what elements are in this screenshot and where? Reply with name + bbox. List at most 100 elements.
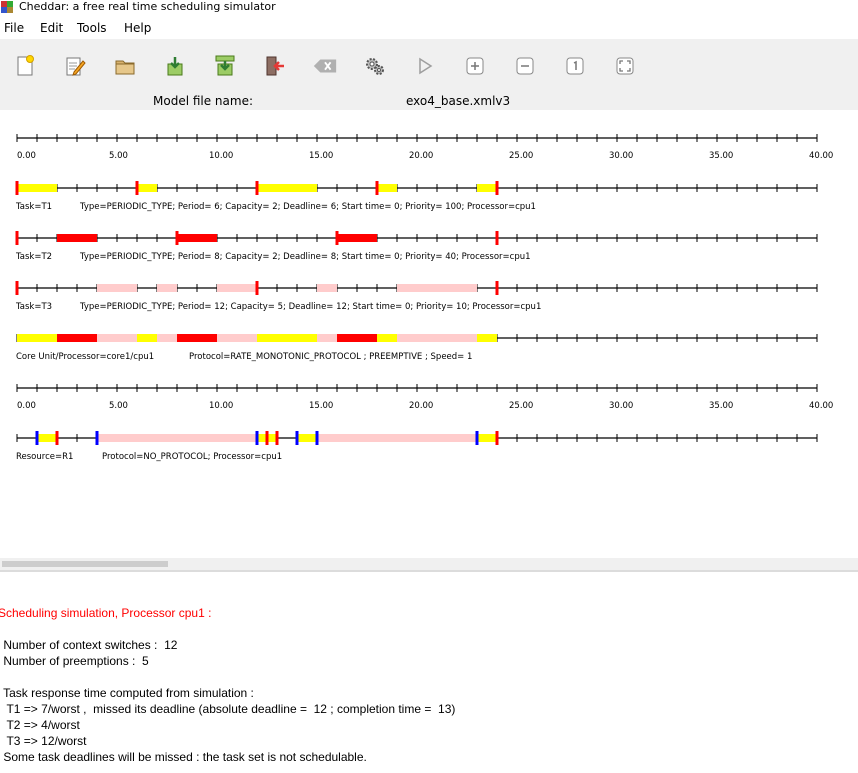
tick-label: 40.00 bbox=[809, 151, 833, 161]
execution-bar bbox=[337, 334, 377, 342]
tick-label: 35.00 bbox=[709, 151, 733, 161]
clear-icon bbox=[313, 59, 337, 73]
release-marker bbox=[255, 181, 259, 195]
resource-label: Resource=R1 bbox=[16, 452, 73, 462]
edit-button[interactable] bbox=[62, 53, 88, 79]
title-bar: Cheddar: a free real time scheduling sim… bbox=[0, 0, 858, 17]
zoom-reset-button[interactable] bbox=[562, 53, 588, 79]
zoom-in-icon bbox=[466, 57, 484, 75]
resource-lock-marker bbox=[475, 431, 479, 445]
menu-file[interactable]: File bbox=[4, 21, 24, 35]
clear-button[interactable] bbox=[312, 53, 338, 79]
exit-icon bbox=[266, 56, 284, 76]
zoom-in-button[interactable] bbox=[462, 53, 488, 79]
console-line: Some task deadlines will be missed : the… bbox=[0, 750, 367, 764]
execution-bar bbox=[477, 334, 497, 342]
scrollbar-thumb[interactable] bbox=[2, 561, 168, 567]
new-file-button[interactable] bbox=[12, 53, 38, 79]
tick-label: 20.00 bbox=[409, 151, 433, 161]
execution-bar bbox=[477, 184, 497, 192]
exit-button[interactable] bbox=[262, 53, 288, 79]
execution-bar bbox=[57, 334, 97, 342]
task-label-t1: Task=T1 bbox=[15, 202, 52, 212]
execution-bar bbox=[397, 334, 477, 342]
console-heading: Scheduling simulation, Processor cpu1 : bbox=[0, 606, 212, 620]
execution-bar bbox=[317, 434, 477, 442]
model-file-value: exo4_base.xmlv3 bbox=[406, 94, 511, 108]
console-line: Task response time computed from simulat… bbox=[0, 686, 254, 700]
save-as-button[interactable] bbox=[212, 53, 238, 79]
resource-timeline bbox=[16, 431, 818, 445]
toolbar: Model file name: exo4_base.xmlv3 bbox=[0, 39, 858, 110]
execution-bar bbox=[37, 434, 57, 442]
resource-lock-marker bbox=[255, 431, 259, 445]
menu-tools[interactable]: Tools bbox=[77, 21, 107, 35]
execution-bar bbox=[177, 234, 217, 242]
execution-bar bbox=[377, 334, 397, 342]
zoom-out-icon bbox=[516, 57, 534, 75]
task-info-t2: Type=PERIODIC_TYPE; Period= 8; Capacity=… bbox=[79, 252, 531, 262]
resource-release-marker bbox=[495, 431, 499, 445]
output-console: Scheduling simulation, Processor cpu1 : … bbox=[0, 572, 858, 773]
tick-label: 10.00 bbox=[209, 151, 233, 161]
console-line: T1 => 7/worst , missed its deadline (abs… bbox=[0, 702, 456, 716]
execution-bar bbox=[317, 334, 337, 342]
task-label-t2: Task=T2 bbox=[15, 252, 52, 262]
execution-bar bbox=[97, 334, 137, 342]
execution-bar bbox=[57, 234, 97, 242]
execution-bar bbox=[217, 334, 257, 342]
release-marker bbox=[255, 281, 259, 295]
execution-bar bbox=[217, 284, 257, 292]
tick-label: 25.00 bbox=[509, 401, 533, 411]
time-axis-2 bbox=[16, 384, 818, 392]
execution-bar bbox=[297, 434, 317, 442]
settings-button[interactable] bbox=[362, 53, 388, 79]
open-folder-button[interactable] bbox=[112, 53, 138, 79]
tick-label: 30.00 bbox=[609, 401, 633, 411]
fit-window-button[interactable] bbox=[612, 53, 638, 79]
play-icon bbox=[419, 57, 433, 75]
resource-lock-marker bbox=[95, 431, 99, 445]
model-file-label: Model file name: bbox=[153, 94, 254, 108]
resource-lock-marker bbox=[35, 431, 39, 445]
tick-label: 15.00 bbox=[309, 401, 333, 411]
tick-label: 40.00 bbox=[809, 401, 833, 411]
execution-bar bbox=[97, 284, 137, 292]
resource-release-marker bbox=[265, 431, 269, 445]
release-marker bbox=[495, 231, 499, 245]
execution-bar bbox=[177, 334, 217, 342]
execution-bar bbox=[17, 334, 57, 342]
time-axis-2-labels: 0.00 5.00 10.00 15.00 20.00 25.00 30.00 35.00 40… bbox=[17, 401, 833, 411]
menu-bar: File Edit Tools Help bbox=[0, 17, 858, 39]
execution-bar bbox=[157, 334, 177, 342]
zoom-out-button[interactable] bbox=[512, 53, 538, 79]
release-marker bbox=[375, 181, 379, 195]
release-marker bbox=[175, 231, 179, 245]
open-folder-icon bbox=[115, 60, 135, 75]
task-timeline-t1 bbox=[15, 181, 818, 195]
play-button[interactable] bbox=[412, 53, 438, 79]
save-button[interactable] bbox=[162, 53, 188, 79]
tick-label: 0.00 bbox=[17, 151, 36, 161]
save-icon bbox=[167, 57, 183, 76]
menu-edit[interactable]: Edit bbox=[40, 21, 63, 35]
processor-info: Protocol=RATE_MONOTONIC_PROTOCOL ; PREEM… bbox=[189, 352, 472, 362]
resource-release-marker bbox=[55, 431, 59, 445]
task-label-t3: Task=T3 bbox=[15, 302, 52, 312]
save-as-icon bbox=[215, 55, 235, 76]
execution-bar bbox=[137, 334, 157, 342]
execution-bar bbox=[137, 184, 157, 192]
horizontal-scrollbar[interactable] bbox=[0, 558, 858, 570]
settings-icon bbox=[366, 58, 384, 75]
zoom-reset-icon bbox=[566, 57, 584, 75]
time-axis bbox=[16, 134, 818, 142]
execution-bar bbox=[337, 234, 377, 242]
menu-help[interactable]: Help bbox=[124, 21, 151, 35]
processor-timeline bbox=[16, 334, 818, 342]
tick-label: 30.00 bbox=[609, 151, 633, 161]
gantt-chart: 0.00 5.00 10.00 15.00 20.00 25.00 30.00 35.00 40… bbox=[0, 110, 858, 558]
task-timeline-t2 bbox=[15, 231, 818, 245]
task-info-t1: Type=PERIODIC_TYPE; Period= 6; Capacity=… bbox=[79, 202, 536, 212]
resource-lock-marker bbox=[295, 431, 299, 445]
timeline-canvas: 0.00 5.00 10.00 15.00 20.00 25.00 30.00 35.00 40… bbox=[15, 134, 833, 462]
